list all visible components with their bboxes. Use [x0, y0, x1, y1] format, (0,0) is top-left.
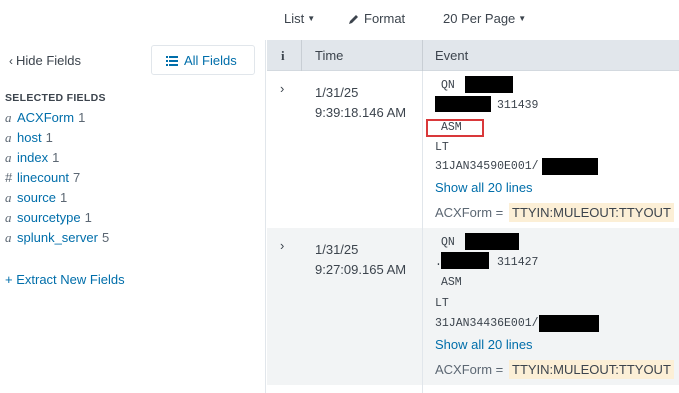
redaction-bar — [542, 158, 598, 175]
field-count: 1 — [45, 130, 53, 145]
field-count: 1 — [78, 110, 86, 125]
table-row: › 1/31/25 9:27:09.165 AM QN . 311427 ASM… — [267, 228, 679, 385]
field-name: splunk_server — [17, 230, 98, 245]
list-icon — [166, 56, 178, 66]
event-clock: 9:27:09.165 AM — [315, 262, 407, 277]
redaction-bar — [441, 252, 489, 269]
show-all-lines-link[interactable]: Show all 20 lines — [435, 180, 533, 195]
field-item-linecount[interactable]: # linecount 7 — [5, 170, 109, 190]
table-row — [267, 385, 679, 393]
chevron-right-icon[interactable]: › — [280, 81, 284, 96]
selected-fields-title: SELECTED FIELDS — [5, 92, 106, 104]
chevron-right-icon[interactable]: › — [280, 238, 284, 253]
redaction-bar — [465, 76, 513, 93]
event-line: QN — [441, 79, 455, 92]
field-name: ACXForm — [17, 110, 75, 125]
field-count: 7 — [73, 170, 81, 185]
events-table: i Time Event › 1/31/25 9:39:18.146 AM QN… — [267, 40, 679, 393]
field-name: linecount — [17, 170, 70, 185]
hide-fields-label: Hide Fields — [16, 53, 82, 68]
selected-fields-list: a ACXForm 1 a host 1 a index 1 # linecount 7 a so… — [5, 110, 109, 250]
string-type-icon: a — [5, 230, 12, 245]
event-line: 311427 — [497, 256, 539, 269]
hide-fields-link[interactable]: ‹ Hide Fields — [9, 53, 81, 68]
field-count: 1 — [60, 190, 68, 205]
caret-down-icon: ▼ — [307, 14, 316, 23]
event-line: LT — [435, 297, 449, 310]
per-page-dropdown[interactable]: 20 Per Page ▼ — [443, 11, 526, 26]
event-line: 31JAN34436E001/ — [435, 317, 539, 330]
format-label: Format — [364, 11, 406, 26]
per-page-label: 20 Per Page — [443, 11, 516, 26]
number-type-icon: # — [5, 170, 13, 185]
show-all-lines-link[interactable]: Show all 20 lines — [435, 337, 533, 352]
field-item-splunk-server[interactable]: a splunk_server 5 — [5, 230, 109, 250]
event-line: 31JAN34590E001/ — [435, 160, 539, 173]
redaction-bar — [539, 315, 599, 332]
event-line: ASM — [441, 121, 462, 134]
column-divider — [422, 40, 423, 71]
event-line: QN — [441, 236, 455, 249]
event-date: 1/31/25 — [315, 85, 359, 100]
field-count: 5 — [101, 230, 110, 245]
table-header: i Time Event — [267, 40, 679, 71]
all-fields-label: All Fields — [184, 53, 237, 68]
string-type-icon: a — [5, 210, 12, 225]
field-value[interactable]: TTYIN:MULEOUT:TTYOUT — [509, 203, 674, 222]
field-name: index — [17, 150, 49, 165]
pencil-icon — [349, 15, 358, 24]
string-type-icon: a — [5, 130, 12, 145]
redaction-bar — [465, 233, 519, 250]
event-line: LT — [435, 141, 449, 154]
field-name: source — [17, 190, 57, 205]
field-name: sourcetype — [17, 210, 81, 225]
event-column-header: Event — [435, 48, 469, 63]
table-row: › 1/31/25 9:39:18.146 AM QN 311439 ASM L… — [267, 71, 679, 228]
extract-new-fields-link[interactable]: + Extract New Fields — [5, 272, 125, 287]
event-time: 1/31/25 9:27:09.165 AM — [315, 240, 406, 280]
format-button[interactable]: Format — [348, 11, 405, 26]
field-item-acxform[interactable]: a ACXForm 1 — [5, 110, 109, 130]
event-time: 1/31/25 9:39:18.146 AM — [315, 83, 406, 123]
event-date: 1/31/25 — [315, 242, 359, 257]
chevron-left-icon: ‹ — [9, 54, 13, 68]
info-column-header: i — [281, 48, 285, 63]
field-item-source[interactable]: a source 1 — [5, 190, 109, 210]
event-clock: 9:39:18.146 AM — [315, 105, 407, 120]
field-label: ACXForm = — [435, 362, 504, 377]
list-view-dropdown[interactable]: List ▼ — [284, 11, 315, 26]
event-line: 311439 — [497, 99, 539, 112]
field-name: host — [17, 130, 42, 145]
field-value[interactable]: TTYIN:MULEOUT:TTYOUT — [509, 360, 674, 379]
field-count: 1 — [52, 150, 60, 165]
list-view-label: List — [284, 11, 305, 26]
results-toolbar: List ▼ Format 20 Per Page ▼ — [0, 0, 679, 38]
field-count: 1 — [84, 210, 92, 225]
field-item-index[interactable]: a index 1 — [5, 150, 109, 170]
fields-sidebar: ‹ Hide Fields All Fields SELECTED FIELDS … — [0, 40, 266, 393]
field-item-sourcetype[interactable]: a sourcetype 1 — [5, 210, 109, 230]
time-column-header[interactable]: Time — [315, 48, 343, 63]
field-label: ACXForm = — [435, 205, 504, 220]
all-fields-button[interactable]: All Fields — [151, 45, 255, 75]
string-type-icon: a — [5, 150, 12, 165]
caret-down-icon: ▼ — [518, 14, 527, 23]
column-divider — [422, 71, 423, 393]
string-type-icon: a — [5, 110, 12, 125]
redaction-bar — [435, 96, 491, 112]
event-line: ASM — [441, 276, 462, 289]
field-item-host[interactable]: a host 1 — [5, 130, 109, 150]
string-type-icon: a — [5, 190, 12, 205]
column-divider — [301, 40, 302, 71]
